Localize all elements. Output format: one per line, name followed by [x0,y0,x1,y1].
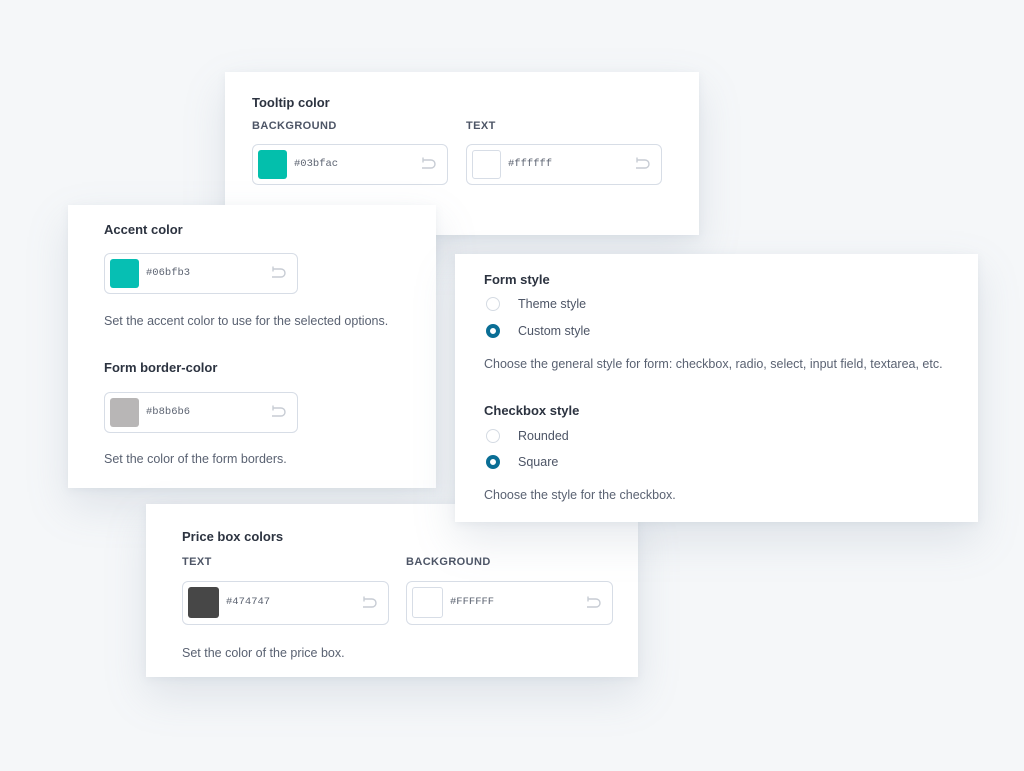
radio-button[interactable] [486,455,500,469]
radio-custom-style[interactable]: Custom style [486,324,590,338]
radio-label[interactable]: Custom style [518,324,590,338]
radio-label[interactable]: Theme style [518,297,586,311]
color-swatch[interactable] [110,259,139,288]
accent-color-title: Accent color [104,222,183,237]
radio-label[interactable]: Square [518,455,558,469]
checkbox-style-description: Choose the style for the checkbox. [484,488,676,502]
color-swatch[interactable] [472,150,501,179]
accent-color-description: Set the accent color to use for the sele… [104,314,389,328]
undo-arrow-icon[interactable] [360,595,378,611]
undo-arrow-icon[interactable] [419,156,437,172]
undo-arrow-icon[interactable] [633,156,651,172]
form-border-color-field[interactable]: #b8b6b6 [104,392,298,433]
undo-arrow-icon[interactable] [269,265,287,281]
radio-square[interactable]: Square [486,455,558,469]
color-swatch[interactable] [412,587,443,618]
checkbox-style-title: Checkbox style [484,403,580,418]
price-box-description: Set the color of the price box. [182,646,345,660]
color-swatch[interactable] [188,587,219,618]
color-swatch[interactable] [258,150,287,179]
hex-value[interactable]: #06bfb3 [146,267,190,279]
accent-color-card: Accent color #06bfb3 Set the accent colo… [68,205,436,488]
price-text-label: TEXT [182,556,212,568]
price-box-colors-title: Price box colors [182,529,284,544]
tooltip-text-color-field[interactable]: #ffffff [466,144,662,185]
hex-value[interactable]: #b8b6b6 [146,406,190,418]
radio-button[interactable] [486,324,500,338]
price-box-colors-card: Price box colors TEXT BACKGROUND #474747… [146,504,638,677]
form-style-description: Choose the general style for form: check… [484,357,943,371]
tooltip-background-color-field[interactable]: #03bfac [252,144,448,185]
hex-value[interactable]: #474747 [226,596,270,608]
tooltip-background-label: BACKGROUND [252,120,337,132]
undo-arrow-icon[interactable] [269,404,287,420]
radio-rounded[interactable]: Rounded [486,429,569,443]
tooltip-color-title: Tooltip color [252,95,330,110]
tooltip-text-label: TEXT [466,120,496,132]
color-swatch[interactable] [110,398,139,427]
hex-value[interactable]: #ffffff [508,158,552,170]
hex-value[interactable]: #03bfac [294,158,338,170]
hex-value[interactable]: #FFFFFF [450,596,494,608]
price-background-color-field[interactable]: #FFFFFF [406,581,613,625]
radio-label[interactable]: Rounded [518,429,569,443]
radio-button[interactable] [486,429,500,443]
accent-color-field[interactable]: #06bfb3 [104,253,298,294]
form-border-color-description: Set the color of the form borders. [104,452,287,466]
price-background-label: BACKGROUND [406,556,491,568]
form-style-title: Form style [484,272,550,287]
form-style-card: Form style Theme style Custom style Choo… [455,254,978,522]
radio-theme-style[interactable]: Theme style [486,297,586,311]
radio-button[interactable] [486,297,500,311]
form-border-color-title: Form border-color [104,360,218,375]
price-text-color-field[interactable]: #474747 [182,581,389,625]
undo-arrow-icon[interactable] [584,595,602,611]
